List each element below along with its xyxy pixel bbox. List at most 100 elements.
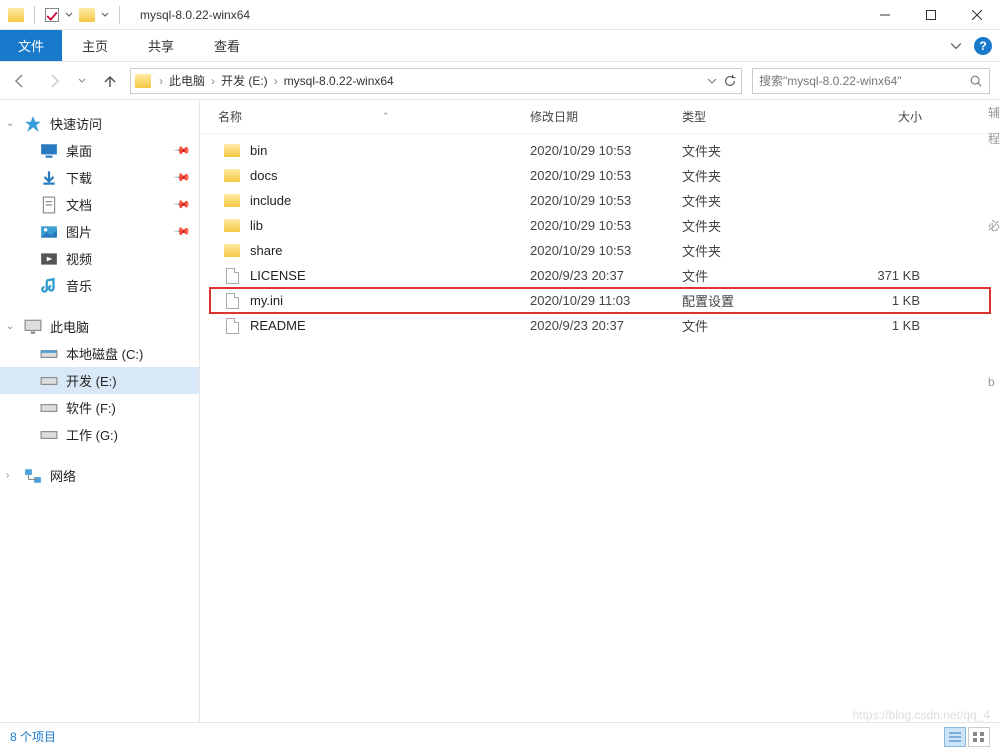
sidebar: ⌄ 快速访问 桌面📌 下载📌 文档📌 图片📌 视频 音乐 ⌄ 此电脑 本地磁盘 … — [0, 100, 200, 722]
up-button[interactable] — [100, 71, 120, 91]
file-date: 2020/9/23 20:37 — [530, 268, 682, 283]
column-date[interactable]: 修改日期 — [530, 108, 682, 125]
chevron-right-icon[interactable]: › — [155, 74, 167, 88]
separator — [119, 6, 120, 24]
sidebar-item-quick-access[interactable]: ⌄ 快速访问 — [0, 110, 199, 137]
file-row[interactable]: bin2020/10/29 10:53文件夹 — [210, 138, 990, 163]
ribbon-tab-share[interactable]: 共享 — [128, 30, 194, 61]
sidebar-item-drive-g[interactable]: 工作 (G:) — [0, 421, 199, 448]
chevron-right-icon[interactable]: › — [6, 470, 9, 481]
refresh-icon[interactable] — [723, 74, 737, 88]
pin-icon: 📌 — [173, 141, 192, 160]
column-name[interactable]: 名称⌃ — [210, 108, 530, 125]
file-icon — [226, 318, 239, 334]
sidebar-item-documents[interactable]: 文档📌 — [0, 191, 199, 218]
chevron-right-icon[interactable]: › — [207, 74, 219, 88]
pin-icon: 📌 — [173, 222, 192, 241]
ribbon-expand-icon[interactable] — [950, 40, 962, 52]
breadcrumb-root[interactable]: 此电脑 — [167, 72, 207, 89]
file-name: include — [250, 193, 530, 208]
file-row[interactable]: README2020/9/23 20:37文件1 KB — [210, 313, 990, 338]
sidebar-item-music[interactable]: 音乐 — [0, 272, 199, 299]
properties-icon[interactable] — [45, 8, 59, 22]
desktop-icon — [40, 142, 58, 160]
ribbon-tab-home[interactable]: 主页 — [62, 30, 128, 61]
truncated-hints: 辅 程 必 b — [988, 100, 1000, 396]
chevron-down-icon[interactable]: ⌄ — [6, 321, 14, 332]
folder-icon — [224, 244, 240, 257]
file-type: 文件夹 — [682, 191, 826, 210]
picture-icon — [40, 223, 58, 241]
sidebar-item-pictures[interactable]: 图片📌 — [0, 218, 199, 245]
file-name: bin — [250, 143, 530, 158]
address-bar: › 此电脑 › 开发 (E:) › mysql-8.0.22-winx64 搜索… — [0, 62, 1000, 100]
chevron-down-icon[interactable] — [707, 76, 717, 86]
sidebar-item-downloads[interactable]: 下载📌 — [0, 164, 199, 191]
details-view-button[interactable] — [944, 727, 966, 747]
file-type: 配置设置 — [682, 291, 826, 310]
sort-indicator-icon: ⌃ — [382, 111, 390, 122]
breadcrumb-folder[interactable]: mysql-8.0.22-winx64 — [282, 74, 396, 88]
forward-button[interactable] — [44, 71, 64, 91]
chevron-down-icon[interactable] — [101, 11, 109, 19]
file-name: docs — [250, 168, 530, 183]
file-size: 1 KB — [826, 318, 920, 333]
breadcrumb: › 此电脑 › 开发 (E:) › mysql-8.0.22-winx64 — [155, 72, 396, 89]
drive-icon — [40, 345, 58, 363]
folder-icon — [135, 74, 151, 88]
chevron-down-icon[interactable] — [65, 11, 73, 19]
drive-icon — [40, 399, 58, 417]
watermark: https://blog.csdn.net/qq_4 — [853, 708, 990, 722]
main-area: ⌄ 快速访问 桌面📌 下载📌 文档📌 图片📌 视频 音乐 ⌄ 此电脑 本地磁盘 … — [0, 100, 1000, 722]
file-type: 文件夹 — [682, 216, 826, 235]
history-dropdown-icon[interactable] — [78, 77, 86, 85]
icons-view-button[interactable] — [968, 727, 990, 747]
minimize-button[interactable] — [862, 0, 908, 30]
sidebar-item-drive-c[interactable]: 本地磁盘 (C:) — [0, 340, 199, 367]
sidebar-item-drive-e[interactable]: 开发 (E:) — [0, 367, 199, 394]
pc-icon — [24, 318, 42, 336]
folder-icon — [8, 8, 24, 22]
column-type[interactable]: 类型 — [682, 108, 826, 125]
maximize-button[interactable] — [908, 0, 954, 30]
file-name: share — [250, 243, 530, 258]
sidebar-item-videos[interactable]: 视频 — [0, 245, 199, 272]
file-row[interactable]: lib2020/10/29 10:53文件夹 — [210, 213, 990, 238]
pin-icon: 📌 — [173, 168, 192, 187]
sidebar-item-network[interactable]: › 网络 — [0, 462, 199, 489]
file-name: lib — [250, 218, 530, 233]
sidebar-item-this-pc[interactable]: ⌄ 此电脑 — [0, 313, 199, 340]
back-button[interactable] — [10, 71, 30, 91]
statusbar: 8 个项目 — [0, 722, 1000, 750]
file-row[interactable]: include2020/10/29 10:53文件夹 — [210, 188, 990, 213]
music-icon — [40, 277, 58, 295]
ribbon-tab-file[interactable]: 文件 — [0, 30, 62, 61]
file-date: 2020/10/29 10:53 — [530, 193, 682, 208]
folder-icon — [224, 144, 240, 157]
column-size[interactable]: 大小 — [826, 108, 922, 125]
file-icon — [226, 268, 239, 284]
close-button[interactable] — [954, 0, 1000, 30]
folder-icon[interactable] — [79, 8, 95, 22]
titlebar: mysql-8.0.22-winx64 — [0, 0, 1000, 30]
ribbon-tab-view[interactable]: 查看 — [194, 30, 260, 61]
file-row[interactable]: my.ini2020/10/29 11:03配置设置1 KB — [210, 288, 990, 313]
sidebar-item-desktop[interactable]: 桌面📌 — [0, 137, 199, 164]
chevron-down-icon[interactable]: ⌄ — [6, 118, 14, 129]
sidebar-item-drive-f[interactable]: 软件 (F:) — [0, 394, 199, 421]
chevron-right-icon[interactable]: › — [270, 74, 282, 88]
file-name: LICENSE — [250, 268, 530, 283]
file-row[interactable]: share2020/10/29 10:53文件夹 — [210, 238, 990, 263]
help-icon[interactable]: ? — [974, 37, 992, 55]
file-date: 2020/10/29 10:53 — [530, 243, 682, 258]
window-title: mysql-8.0.22-winx64 — [132, 8, 862, 22]
search-icon[interactable] — [969, 74, 983, 88]
file-row[interactable]: docs2020/10/29 10:53文件夹 — [210, 163, 990, 188]
breadcrumb-drive[interactable]: 开发 (E:) — [219, 72, 270, 89]
file-list[interactable]: bin2020/10/29 10:53文件夹docs2020/10/29 10:… — [200, 134, 1000, 342]
address-input[interactable]: › 此电脑 › 开发 (E:) › mysql-8.0.22-winx64 — [130, 68, 742, 94]
folder-icon — [224, 169, 240, 182]
item-count: 8 个项目 — [10, 728, 56, 745]
search-input[interactable]: 搜索"mysql-8.0.22-winx64" — [752, 68, 990, 94]
file-row[interactable]: LICENSE2020/9/23 20:37文件371 KB — [210, 263, 990, 288]
